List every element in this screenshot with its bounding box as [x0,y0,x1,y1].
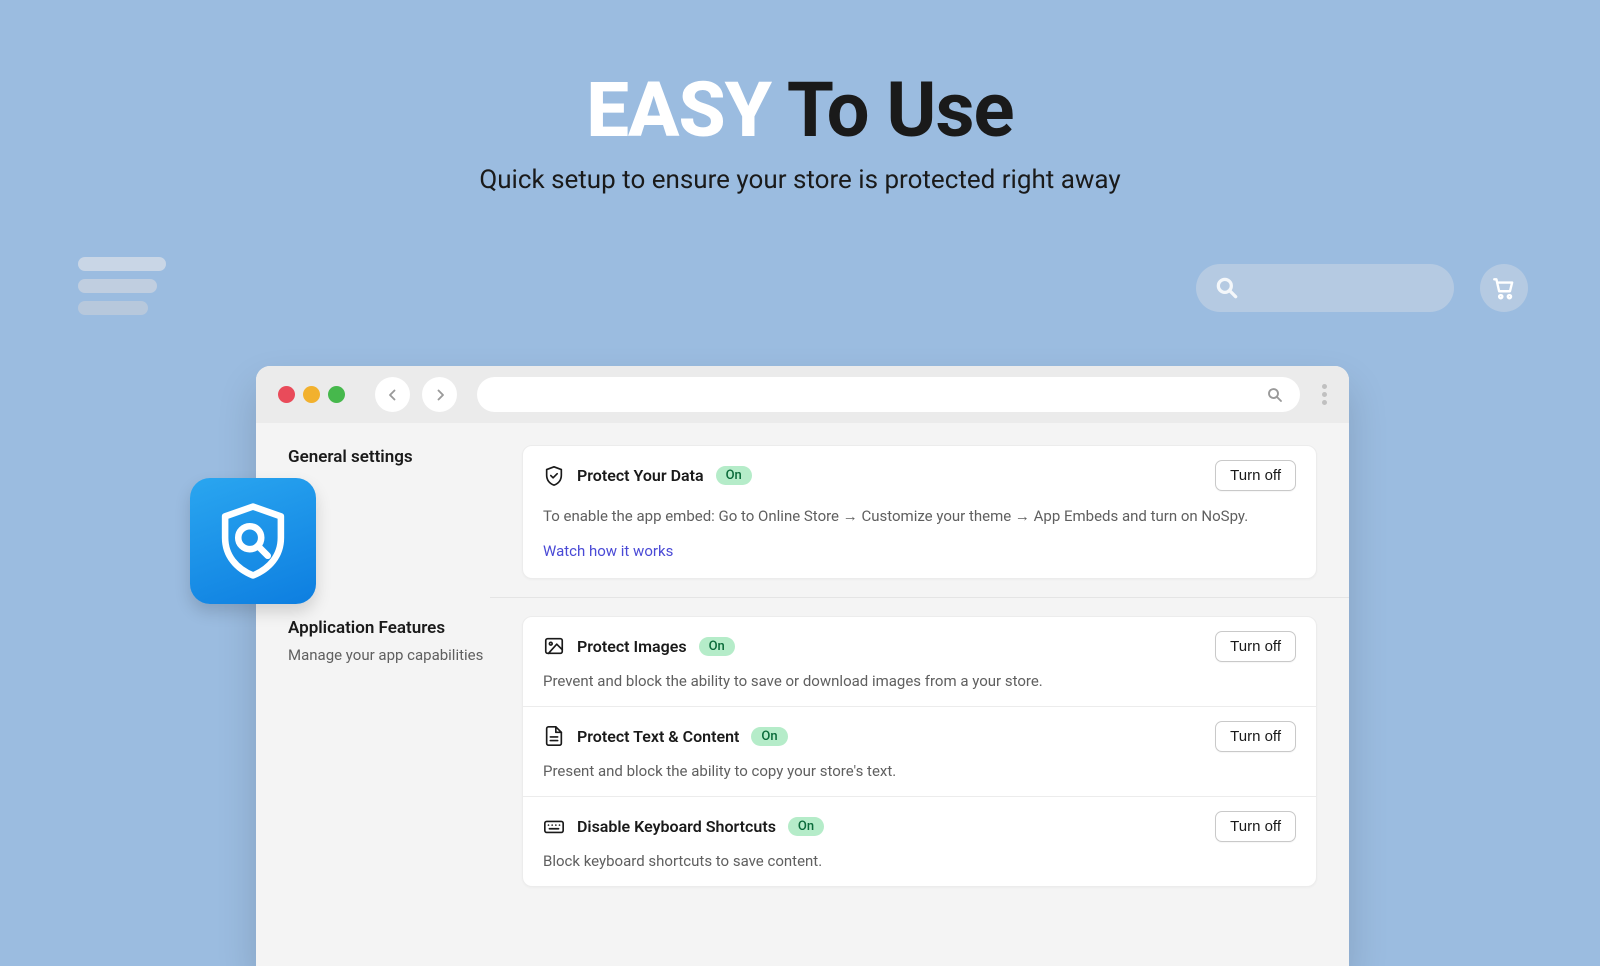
general-settings-heading: General settings [288,447,508,467]
browser-titlebar [256,366,1349,423]
minimize-window-icon[interactable] [303,386,320,403]
search-icon [1214,275,1240,301]
forward-button[interactable] [422,377,457,412]
application-features-heading: Application Features [288,618,508,638]
search-icon [1266,386,1284,404]
hero-subtitle: Quick setup to ensure your store is prot… [0,165,1600,195]
disable-keyboard-desc: Block keyboard shortcuts to save content… [543,852,1296,870]
hero-title-rest: To Use [771,65,1014,155]
watch-how-link[interactable]: Watch how it works [543,542,673,560]
browser-window: General settings Protect Your Data On Tu… [256,366,1349,966]
document-icon [543,725,565,747]
image-icon [543,635,565,657]
hamburger-menu-icon[interactable] [78,257,166,323]
protect-data-desc: To enable the app embed: Go to Online St… [543,505,1296,528]
cart-button[interactable] [1480,264,1528,312]
disable-keyboard-row: Disable Keyboard Shortcuts On Turn off B… [523,797,1316,886]
protect-data-card: Protect Your Data On Turn off To enable … [522,445,1317,579]
status-badge-on: On [699,637,735,656]
address-bar[interactable] [477,377,1300,412]
app-logo [190,478,316,604]
window-traffic-lights [278,386,345,403]
search-input[interactable] [1196,264,1454,312]
application-features-sub: Manage your app capabilities [288,646,508,664]
protect-images-row: Protect Images On Turn off Prevent and b… [523,617,1316,706]
turn-off-button[interactable]: Turn off [1215,460,1296,491]
turn-off-button[interactable]: Turn off [1215,811,1296,842]
back-button[interactable] [375,377,410,412]
more-menu-button[interactable] [1322,384,1327,405]
protect-text-row: Protect Text & Content On Turn off Prese… [523,707,1316,796]
arrow-left-icon [384,386,402,404]
protect-text-desc: Present and block the ability to copy yo… [543,762,1296,780]
features-card: Protect Images On Turn off Prevent and b… [522,616,1317,887]
protect-images-title: Protect Images [577,637,687,656]
hero-title-bold: EASY [586,65,771,155]
arrow-right-icon [431,386,449,404]
protect-text-title: Protect Text & Content [577,727,739,746]
protect-data-title: Protect Your Data [577,466,704,485]
status-badge-on: On [751,727,787,746]
turn-off-button[interactable]: Turn off [1215,631,1296,662]
maximize-window-icon[interactable] [328,386,345,403]
cart-icon [1491,275,1517,301]
keyboard-icon [543,815,565,837]
status-badge-on: On [788,817,824,836]
shield-check-icon [543,465,565,487]
protect-images-desc: Prevent and block the ability to save or… [543,672,1296,690]
status-badge-on: On [716,466,752,485]
hero-title: EASY To Use [0,65,1600,155]
shield-search-icon [212,500,294,582]
turn-off-button[interactable]: Turn off [1215,721,1296,752]
close-window-icon[interactable] [278,386,295,403]
disable-keyboard-title: Disable Keyboard Shortcuts [577,817,776,836]
